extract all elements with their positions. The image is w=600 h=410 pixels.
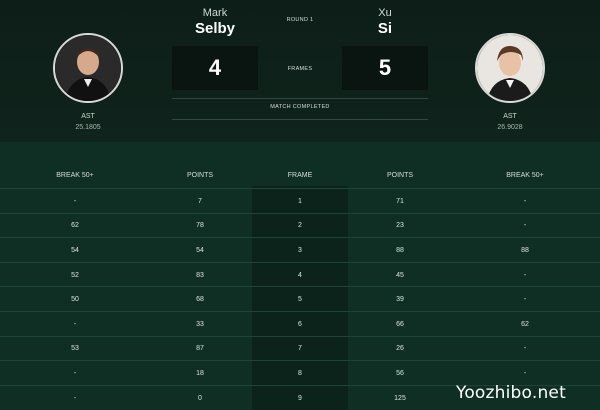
player-left-avatar [53, 33, 123, 103]
cell-frame: 1 [298, 197, 302, 205]
cell-frame: 4 [298, 271, 302, 279]
frames-table: BREAK 50+ POINTS FRAME POINTS BREAK 50+ … [0, 142, 600, 410]
cell-left-points: 83 [196, 271, 204, 279]
cell-right-points: 125 [394, 394, 406, 402]
table-row: 50 68 5 39 - [0, 286, 600, 312]
cell-frame: 6 [298, 320, 302, 328]
player-right-ast-value: 26.9028 [497, 124, 523, 131]
player-left-last-name: Selby [194, 20, 236, 37]
header-left-break: BREAK 50+ [56, 171, 94, 179]
cell-left-break: 52 [71, 271, 79, 279]
header-left-points: POINTS [186, 171, 214, 179]
table-row: 53 87 7 26 - [0, 335, 600, 362]
cell-left-points: 87 [196, 345, 204, 353]
cell-right-points: 23 [396, 222, 404, 230]
table-row: - 18 8 56 - [0, 360, 600, 386]
player-left-photo [55, 35, 121, 101]
player-left-block: AST 25.1805 [48, 33, 128, 133]
player-right-score: 5 [342, 46, 428, 90]
player-left-ast-label: AST [81, 113, 95, 120]
cell-left-break: - [73, 197, 77, 205]
round-label: ROUND 1 [286, 17, 314, 23]
cell-right-points: 56 [396, 369, 404, 377]
table-header: BREAK 50+ POINTS FRAME POINTS BREAK 50+ [0, 167, 600, 183]
cell-left-points: 68 [196, 296, 204, 304]
cell-left-points: 54 [196, 246, 204, 254]
cell-left-break: 62 [71, 222, 79, 230]
table-row: 52 83 4 45 - [0, 261, 600, 288]
cell-left-break: - [73, 394, 77, 402]
player-left-first-name: Mark [202, 7, 228, 19]
cell-right-points: 66 [396, 320, 404, 328]
cell-left-break: - [73, 320, 77, 328]
cell-right-break: - [523, 345, 527, 353]
cell-frame: 3 [298, 246, 302, 254]
cell-frame: 9 [298, 394, 302, 402]
player-left-score: 4 [172, 46, 258, 90]
cell-right-points: 39 [396, 296, 404, 304]
frames-label: FRAMES [287, 66, 313, 72]
cell-frame: 2 [298, 222, 302, 230]
table-row: -7 1 71- [0, 188, 600, 214]
cell-frame: 8 [298, 369, 302, 377]
cell-left-points: 33 [196, 320, 204, 328]
player-right-last-name: Si [377, 20, 393, 37]
player-right-block: AST 26.9028 [470, 33, 550, 133]
cell-left-points: 7 [198, 197, 202, 205]
header-frame: FRAME [287, 171, 313, 179]
cell-left-break: 54 [71, 246, 79, 254]
table-row: 54 54 3 88 88 [0, 237, 600, 263]
match-status: MATCH COMPLETED [270, 104, 330, 110]
cell-left-break: 53 [71, 345, 79, 353]
cell-right-points: 26 [396, 345, 404, 353]
cell-right-points: 71 [396, 197, 404, 205]
watermark: Yoozhibo.net [456, 383, 566, 403]
divider [172, 119, 428, 120]
cell-left-points: 18 [196, 369, 204, 377]
player-left-ast-value: 25.1805 [75, 124, 101, 131]
cell-left-points: 78 [196, 222, 204, 230]
cell-left-points: 0 [198, 394, 202, 402]
player-right-name: Xu Si [342, 6, 428, 38]
header-right-break: BREAK 50+ [506, 171, 544, 179]
divider [172, 98, 428, 99]
match-header: AST 25.1805 Mark Selby ROUND 1 Xu Si 4 F… [0, 0, 600, 142]
player-right-first-name: Xu [378, 7, 392, 19]
cell-right-break: - [523, 369, 527, 377]
player-right-ast-label: AST [503, 113, 517, 120]
cell-right-break: 88 [521, 246, 529, 254]
player-right-avatar [475, 33, 545, 103]
cell-left-break: 50 [71, 296, 79, 304]
cell-right-points: 88 [396, 246, 404, 254]
cell-right-points: 45 [396, 271, 404, 279]
header-right-points: POINTS [386, 171, 414, 179]
cell-right-break: 62 [521, 320, 529, 328]
cell-right-break: - [523, 271, 527, 279]
cell-left-break: - [73, 369, 77, 377]
player-left-name: Mark Selby [172, 6, 258, 38]
table-row: -33 6 66 62 [0, 311, 600, 337]
cell-right-break: - [523, 222, 527, 230]
player-right-photo [477, 35, 543, 101]
cell-right-break: - [523, 197, 527, 205]
cell-frame: 7 [298, 345, 302, 353]
cell-right-break: - [523, 296, 527, 304]
cell-frame: 5 [298, 296, 302, 304]
table-row: 62 78 2 23 - [0, 212, 600, 239]
